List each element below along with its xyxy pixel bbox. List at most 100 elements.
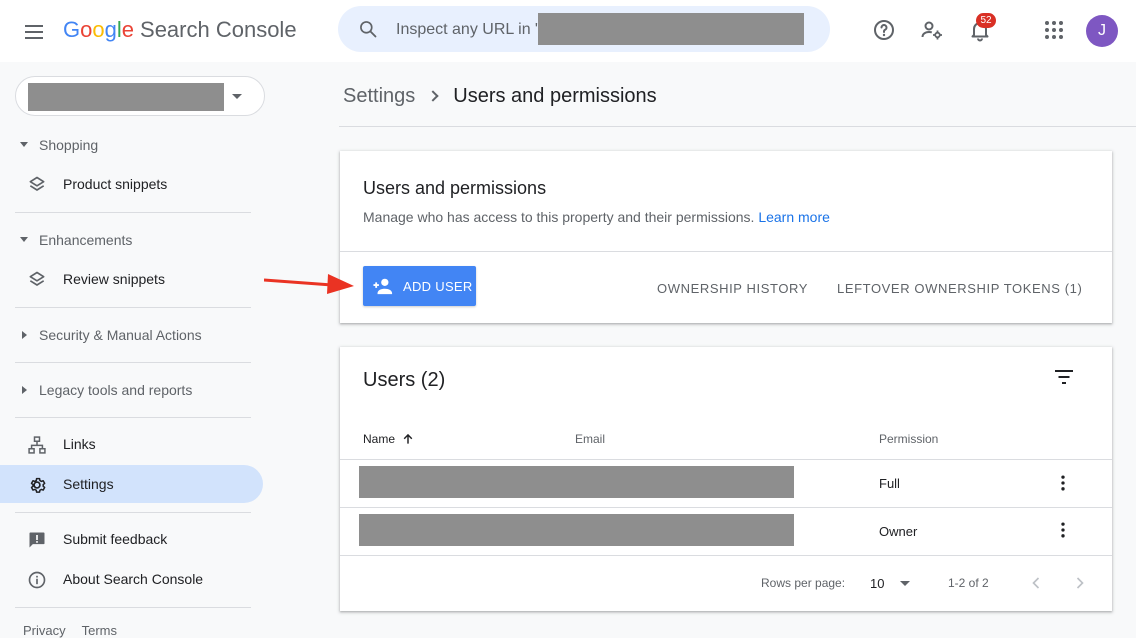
search-input[interactable]: Inspect any URL in " bbox=[396, 21, 541, 39]
section-label: Legacy tools and reports bbox=[39, 382, 193, 398]
redacted-user-details bbox=[359, 514, 794, 546]
section-label: Enhancements bbox=[39, 232, 133, 248]
logo-letter: o bbox=[92, 17, 105, 42]
section-label: Security & Manual Actions bbox=[39, 327, 202, 343]
button-label: ADD USER bbox=[403, 279, 473, 294]
chevron-left-icon[interactable] bbox=[1026, 573, 1046, 593]
sidebar-item-label: About Search Console bbox=[63, 571, 204, 587]
sidebar-item-label: Links bbox=[63, 436, 96, 452]
sidebar-item-product-snippets[interactable]: Product snippets bbox=[0, 165, 263, 203]
rows-per-page-select[interactable]: 10 bbox=[870, 576, 884, 591]
more-vert-icon[interactable] bbox=[1053, 473, 1073, 493]
sort-arrow-up-icon bbox=[403, 433, 413, 444]
pagination-range: 1-2 of 2 bbox=[948, 576, 989, 590]
search-icon bbox=[360, 21, 377, 38]
sidebar-item-links[interactable]: Links bbox=[0, 425, 263, 463]
expand-triangle-icon bbox=[20, 142, 28, 147]
sidebar-section-enhancements[interactable]: Enhancements bbox=[0, 232, 250, 250]
annotation-arrow-icon bbox=[264, 274, 354, 294]
sitemap-links-icon bbox=[28, 436, 46, 454]
sidebar-item-about[interactable]: About Search Console bbox=[0, 560, 263, 598]
layers-icon bbox=[29, 176, 45, 191]
table-divider bbox=[340, 459, 1112, 460]
app-header: Google Search Console Inspect any URL in … bbox=[0, 0, 1136, 62]
card-divider bbox=[340, 251, 1112, 252]
users-card: Users (2) Name Email Permission Full Own… bbox=[340, 347, 1112, 611]
sidebar-section-shopping[interactable]: Shopping bbox=[0, 137, 250, 155]
rows-per-page-label: Rows per page: bbox=[761, 576, 846, 590]
sidebar-divider bbox=[15, 307, 251, 308]
sidebar-item-label: Submit feedback bbox=[63, 531, 168, 547]
logo-letter: g bbox=[104, 17, 117, 42]
subtitle-text: Manage who has access to this property a… bbox=[363, 209, 755, 225]
chevron-right-icon[interactable] bbox=[1070, 573, 1090, 593]
permission-cell: Full bbox=[879, 476, 900, 491]
table-divider bbox=[340, 555, 1112, 556]
apps-grid-icon[interactable] bbox=[1042, 18, 1066, 42]
learn-more-link[interactable]: Learn more bbox=[758, 209, 830, 225]
redacted-property-name bbox=[538, 13, 804, 45]
expand-triangle-icon bbox=[20, 237, 28, 242]
layers-icon bbox=[29, 271, 45, 286]
url-inspection-search[interactable]: Inspect any URL in " bbox=[338, 6, 830, 52]
add-user-button[interactable]: ADD USER bbox=[363, 266, 476, 306]
chevron-down-icon[interactable] bbox=[900, 581, 910, 586]
chevron-right-icon bbox=[427, 90, 439, 102]
column-header-permission: Permission bbox=[879, 432, 939, 446]
table-divider bbox=[340, 507, 1112, 508]
feedback-icon bbox=[29, 532, 45, 548]
section-label: Shopping bbox=[39, 137, 99, 153]
more-vert-icon[interactable] bbox=[1053, 520, 1073, 540]
logo-product-name: Search Console bbox=[140, 17, 297, 42]
sidebar-divider bbox=[15, 417, 251, 418]
privacy-link[interactable]: Privacy bbox=[23, 623, 66, 638]
manage-users-icon[interactable] bbox=[920, 18, 944, 42]
sidebar-divider bbox=[15, 362, 251, 363]
sidebar-section-security-manual-actions[interactable]: Security & Manual Actions bbox=[0, 327, 250, 345]
card-subtitle: Manage who has access to this property a… bbox=[363, 209, 830, 225]
breadcrumb: Settings Users and permissions bbox=[343, 85, 657, 108]
permissions-card: Users and permissions Manage who has acc… bbox=[340, 151, 1112, 323]
sidebar-divider bbox=[15, 512, 251, 513]
permission-cell: Owner bbox=[879, 524, 918, 539]
sidebar-footer: Privacy Terms bbox=[23, 623, 133, 638]
property-selector[interactable] bbox=[15, 76, 265, 116]
logo-letter: e bbox=[121, 17, 135, 42]
sidebar-item-submit-feedback[interactable]: Submit feedback bbox=[0, 520, 263, 558]
sidebar-item-label: Settings bbox=[63, 476, 114, 492]
sidebar-item-label: Review snippets bbox=[63, 271, 165, 287]
app-logo[interactable]: Google Search Console bbox=[63, 17, 297, 43]
redacted-user-details bbox=[359, 466, 794, 498]
info-icon bbox=[28, 571, 46, 589]
collapse-triangle-icon bbox=[22, 386, 27, 394]
collapse-triangle-icon bbox=[22, 331, 27, 339]
main-menu-icon[interactable] bbox=[22, 20, 46, 44]
logo-letter: G bbox=[63, 17, 81, 42]
logo-letter: o bbox=[80, 17, 93, 42]
leftover-ownership-tokens-button[interactable]: LEFTOVER OWNERSHIP TOKENS (1) bbox=[837, 281, 1082, 296]
redacted-property-name bbox=[28, 83, 224, 111]
person-add-icon bbox=[373, 278, 393, 295]
card-title: Users and permissions bbox=[363, 178, 547, 198]
sidebar-divider bbox=[15, 607, 251, 608]
terms-link[interactable]: Terms bbox=[82, 623, 117, 638]
ownership-history-button[interactable]: OWNERSHIP HISTORY bbox=[657, 281, 808, 296]
gear-icon bbox=[30, 477, 46, 493]
filter-icon[interactable] bbox=[1052, 365, 1076, 389]
account-avatar[interactable]: J bbox=[1086, 15, 1118, 47]
help-icon[interactable] bbox=[872, 18, 896, 42]
sidebar-item-review-snippets[interactable]: Review snippets bbox=[0, 260, 263, 298]
sidebar-item-label: Product snippets bbox=[63, 176, 168, 192]
sidebar-divider bbox=[15, 212, 251, 213]
column-header-email: Email bbox=[575, 432, 606, 446]
column-label: Name bbox=[363, 432, 396, 446]
notification-badge: 52 bbox=[976, 13, 996, 28]
users-count-title: Users (2) bbox=[363, 369, 446, 391]
page-title: Users and permissions bbox=[453, 85, 657, 107]
sidebar-section-legacy-tools[interactable]: Legacy tools and reports bbox=[0, 382, 250, 400]
breadcrumb-settings[interactable]: Settings bbox=[343, 85, 415, 107]
header-divider bbox=[339, 126, 1136, 127]
sidebar-item-settings[interactable]: Settings bbox=[0, 465, 263, 503]
chevron-down-icon bbox=[232, 94, 242, 99]
column-header-name[interactable]: Name bbox=[363, 432, 415, 446]
